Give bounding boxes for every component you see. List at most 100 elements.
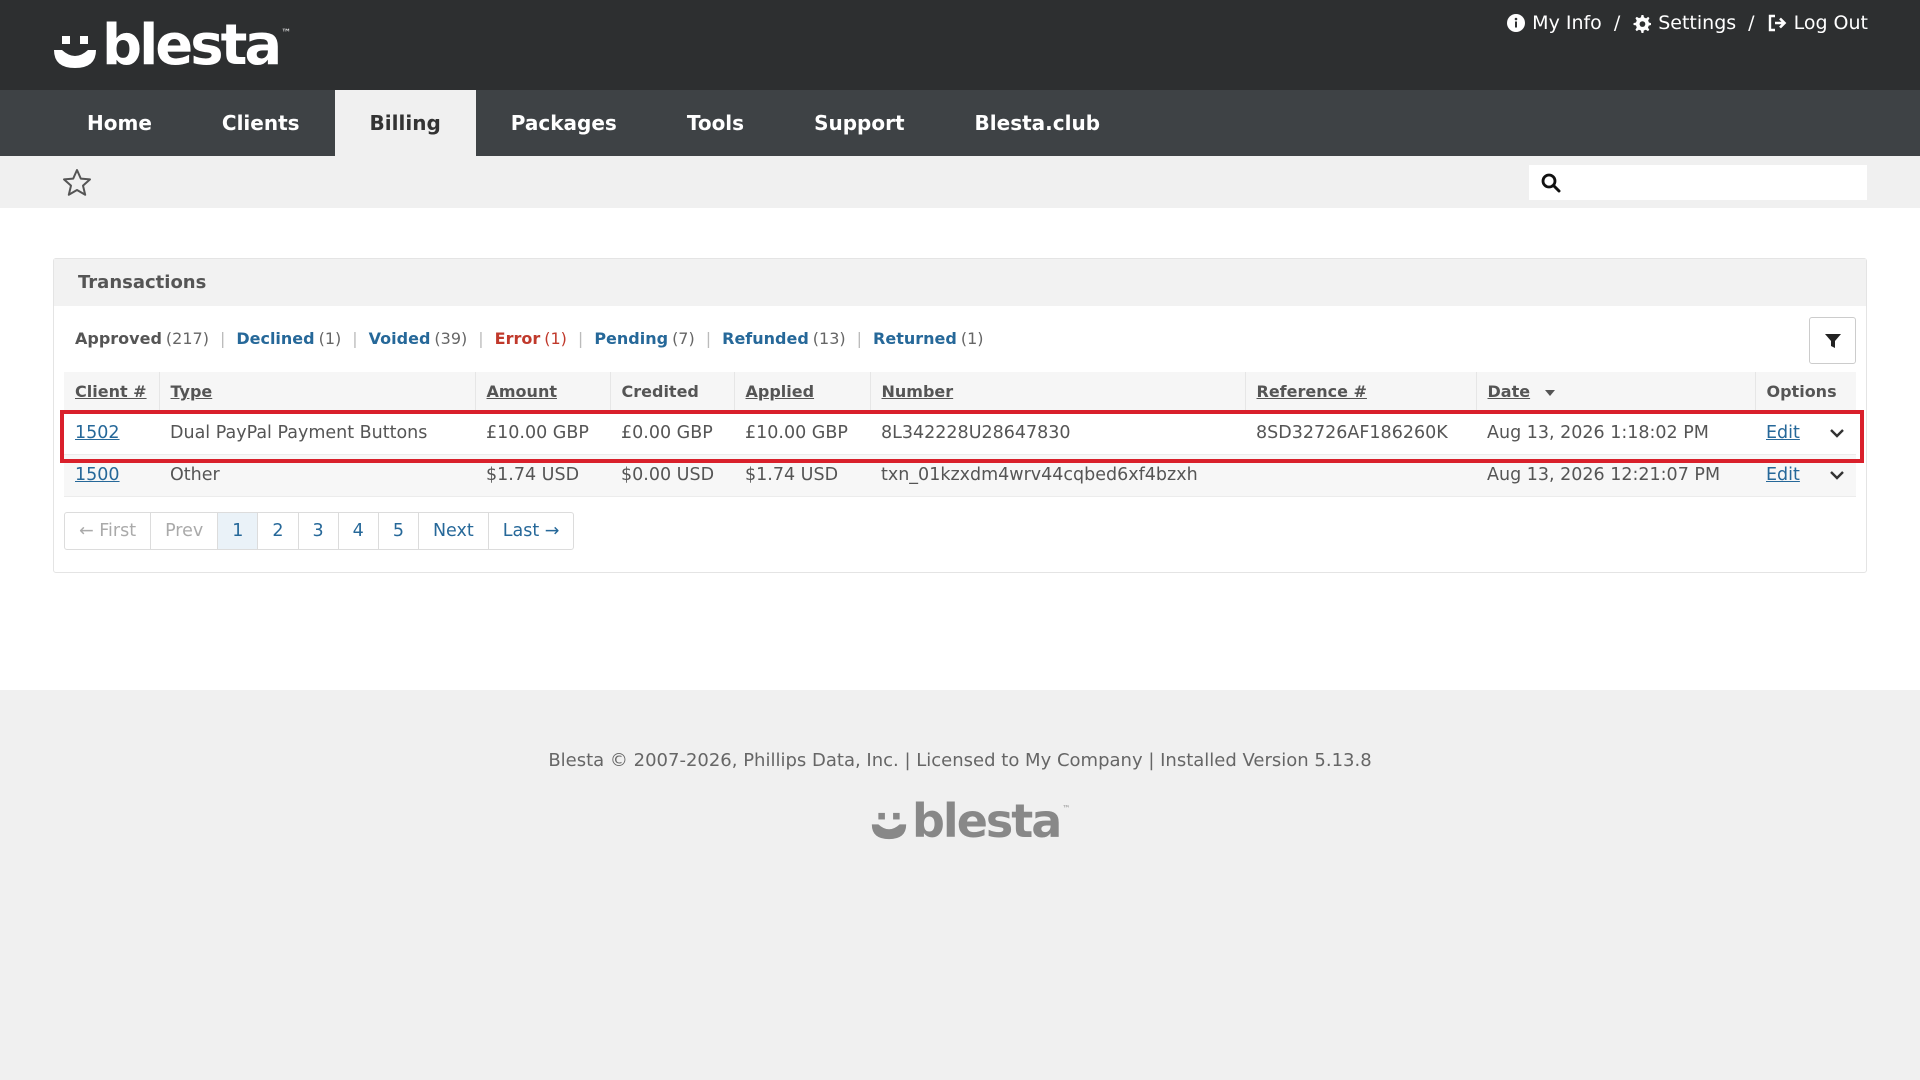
status-count: (13) xyxy=(812,329,846,348)
status-label: Voided xyxy=(368,329,431,348)
status-divider: | xyxy=(856,329,863,348)
table-header-row: Client # Type Amount Credited Applied Nu… xyxy=(64,372,1856,413)
info-icon xyxy=(1507,14,1526,32)
status-divider: | xyxy=(352,329,358,348)
page-next[interactable]: Next xyxy=(417,513,488,549)
panel-title: Transactions xyxy=(54,259,1866,306)
nav-tab-packages[interactable]: Packages xyxy=(476,90,652,156)
chevron-down-icon[interactable] xyxy=(1829,470,1845,480)
col-amount-label: Amount xyxy=(486,382,557,402)
cell-options: Edit xyxy=(1755,412,1856,455)
status-label: Refunded xyxy=(722,329,809,348)
cell-number: 8L342228U28647830 xyxy=(870,412,1245,455)
logo-smile-icon xyxy=(54,36,96,68)
page-2[interactable]: 2 xyxy=(257,513,297,549)
top-link-separator: / xyxy=(1748,12,1755,34)
nav-tab-tools[interactable]: Tools xyxy=(652,90,779,156)
nav-tab-support[interactable]: Support xyxy=(779,90,939,156)
settings-link[interactable]: Settings xyxy=(1632,12,1736,34)
logo-wordmark: blesta xyxy=(102,13,282,78)
top-link-separator: / xyxy=(1613,12,1621,34)
client-link[interactable]: 1500 xyxy=(75,465,120,485)
cell-type: Other xyxy=(159,454,475,497)
status-count: (39) xyxy=(434,329,468,348)
status-divider: | xyxy=(705,329,712,348)
main-nav: Home Clients Billing Packages Tools Supp… xyxy=(0,90,1920,156)
edit-link[interactable]: Edit xyxy=(1766,465,1800,485)
nav-tab-blesta-club[interactable]: Blesta.club xyxy=(940,90,1136,156)
cell-number: txn_01kzxdm4wrv44cqbed6xf4bzxh xyxy=(870,454,1245,497)
col-date[interactable]: Date xyxy=(1475,372,1755,413)
col-client[interactable]: Client # xyxy=(64,372,159,413)
page-last[interactable]: Last → xyxy=(487,513,574,549)
search-box xyxy=(1529,165,1867,200)
col-options: Options xyxy=(1754,372,1856,413)
search-input[interactable] xyxy=(1569,167,1867,198)
col-reference[interactable]: Reference # xyxy=(1244,372,1476,413)
edit-link[interactable]: Edit xyxy=(1766,423,1800,443)
my-info-link[interactable]: My Info xyxy=(1507,12,1602,34)
status-label: Declined xyxy=(236,329,315,348)
status-count: (217) xyxy=(165,329,209,348)
status-divider: | xyxy=(478,329,484,348)
search-icon xyxy=(1541,173,1561,192)
cell-applied: $1.74 USD xyxy=(734,454,870,497)
gear-icon xyxy=(1633,14,1652,33)
cell-client: 1502 xyxy=(64,412,159,455)
chevron-down-icon[interactable] xyxy=(1829,428,1845,438)
status-refunded[interactable]: Refunded (13) xyxy=(722,329,846,348)
status-declined[interactable]: Declined (1) xyxy=(236,329,341,348)
col-client-label: Client # xyxy=(75,382,147,402)
star-icon[interactable] xyxy=(62,168,92,198)
col-options-label: Options xyxy=(1766,382,1837,402)
status-voided[interactable]: Voided (39) xyxy=(369,329,468,348)
col-credited: Credited xyxy=(609,372,734,413)
footer-logo: blesta ™ xyxy=(870,798,1070,844)
page-5[interactable]: 5 xyxy=(377,513,418,549)
cell-amount: £10.00 GBP xyxy=(475,412,610,455)
top-bar: blesta ™ My Info / Settings / Log Out xyxy=(0,0,1920,90)
page-prev: Prev xyxy=(150,513,217,549)
filter-button[interactable] xyxy=(1809,317,1856,364)
col-amount[interactable]: Amount xyxy=(474,372,610,413)
status-label: Returned xyxy=(873,329,957,348)
cell-options: Edit xyxy=(1755,454,1856,497)
top-links: My Info / Settings / Log Out xyxy=(1507,12,1868,34)
cell-amount: $1.74 USD xyxy=(475,454,610,497)
page-first: ← First xyxy=(79,521,137,541)
col-number[interactable]: Number xyxy=(869,372,1245,413)
page-1[interactable]: 1 xyxy=(217,513,258,549)
status-label: Error xyxy=(494,329,541,348)
nav-tab-clients[interactable]: Clients xyxy=(187,90,335,156)
nav-tab-home[interactable]: Home xyxy=(52,90,187,156)
cell-credited: $0.00 USD xyxy=(610,454,734,497)
status-error[interactable]: Error (1) xyxy=(495,329,567,348)
table-row: 1502 Dual PayPal Payment Buttons £10.00 … xyxy=(64,412,1856,455)
status-label: Pending xyxy=(594,329,669,348)
status-filter-links: Approved (217) | Declined (1) | Voided (39)… xyxy=(75,329,984,348)
logo-trademark: ™ xyxy=(281,28,292,39)
cell-date: Aug 13, 2026 12:21:07 PM xyxy=(1476,454,1755,497)
status-approved[interactable]: Approved (217) xyxy=(75,329,209,348)
blesta-logo[interactable]: blesta ™ xyxy=(52,18,291,74)
footer-logo-trademark: ™ xyxy=(1062,804,1071,813)
cell-applied: £10.00 GBP xyxy=(734,412,870,455)
footer-copyright: Blesta © 2007-2026, Phillips Data, Inc. … xyxy=(548,750,1372,771)
col-type[interactable]: Type xyxy=(158,372,475,413)
nav-tab-billing[interactable]: Billing xyxy=(334,90,476,156)
client-link[interactable]: 1502 xyxy=(75,423,120,443)
cell-reference: 8SD32726AF186260K xyxy=(1245,412,1476,455)
table-row: 1500 Other $1.74 USD $0.00 USD $1.74 USD… xyxy=(64,454,1856,497)
log-out-label: Log Out xyxy=(1793,12,1868,34)
col-credited-label: Credited xyxy=(621,382,699,402)
page-3[interactable]: 3 xyxy=(297,513,338,549)
status-pending[interactable]: Pending (7) xyxy=(594,329,694,348)
sub-bar xyxy=(0,156,1920,208)
status-returned[interactable]: Returned (1) xyxy=(873,329,983,348)
sort-desc-icon xyxy=(1544,390,1555,397)
col-date-label: Date xyxy=(1487,382,1531,402)
log-out-link[interactable]: Log Out xyxy=(1767,12,1868,34)
page-4[interactable]: 4 xyxy=(337,513,378,549)
col-type-label: Type xyxy=(170,382,213,402)
col-applied[interactable]: Applied xyxy=(733,372,870,413)
